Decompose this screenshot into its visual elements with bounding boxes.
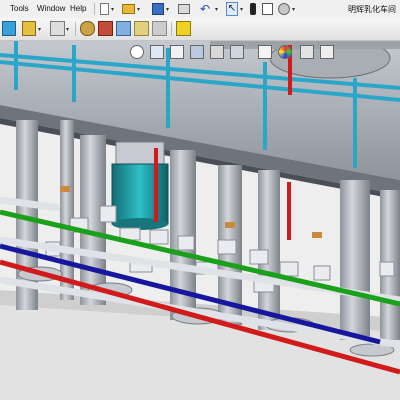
document-title: 明辉乳化车间 [348,5,396,14]
assembly-model [0,41,400,400]
new-dropdown-arrow-icon[interactable]: ▾ [111,6,116,13]
move-component-icon[interactable] [98,21,113,36]
command-manager-toolbar: ▾ ▾ [0,18,400,41]
assembly-icon[interactable] [22,21,36,36]
select-icon[interactable]: ↖ [226,2,238,16]
section-view-icon[interactable] [190,45,204,59]
traffic-light-icon[interactable] [250,3,256,15]
undo-dropdown-arrow-icon[interactable]: ▾ [215,6,220,13]
previous-view-icon[interactable] [170,45,184,59]
display-style-icon[interactable] [230,45,244,59]
options-icon[interactable] [278,3,290,15]
hide-show-items-icon[interactable] [258,45,272,59]
apply-scene-icon[interactable] [300,45,314,59]
toolbar-separator [171,22,172,36]
heads-up-view-toolbar [112,43,362,63]
new-document-icon[interactable] [100,3,109,15]
assembly-dropdown-arrow-icon[interactable]: ▾ [38,26,43,33]
save-dropdown-arrow-icon[interactable]: ▾ [166,6,171,13]
zoom-area-icon[interactable] [150,45,164,59]
menu-tools[interactable]: Tools [10,4,29,13]
component-icon[interactable] [2,21,16,36]
graphics-viewport[interactable] [0,41,400,400]
toolbar-separator [75,22,76,36]
open-icon[interactable] [122,4,135,14]
exploded-view-icon[interactable] [116,21,131,36]
view-orientation-icon[interactable] [210,45,224,59]
explode-line-icon[interactable] [134,21,149,36]
menu-bar: Tools Window Help ▾ ▾ ▾ ↶ ▾ ↖ ▾ ▾ 明辉乳化车间 [0,0,400,19]
print-icon[interactable] [178,4,190,14]
file-properties-icon[interactable] [262,3,273,15]
smart-fastener-icon[interactable] [80,21,95,36]
menu-help[interactable]: Help [70,4,86,13]
interference-icon[interactable] [176,21,191,36]
menu-window[interactable]: Window [37,4,65,13]
undo-icon[interactable]: ↶ [200,2,214,16]
select-dropdown-arrow-icon[interactable]: ▾ [240,6,245,13]
mate-dropdown-arrow-icon[interactable]: ▾ [66,26,71,33]
bill-of-materials-icon[interactable] [152,21,167,36]
mate-icon[interactable] [50,21,65,36]
view-settings-icon[interactable] [320,45,334,59]
options-dropdown-arrow-icon[interactable]: ▾ [292,6,297,13]
save-icon[interactable] [152,3,164,15]
edit-appearance-icon[interactable] [278,45,292,59]
zoom-to-fit-icon[interactable] [130,45,144,59]
teal-motor [111,141,169,230]
toolbar-separator [94,3,95,15]
open-dropdown-arrow-icon[interactable]: ▾ [137,6,142,13]
